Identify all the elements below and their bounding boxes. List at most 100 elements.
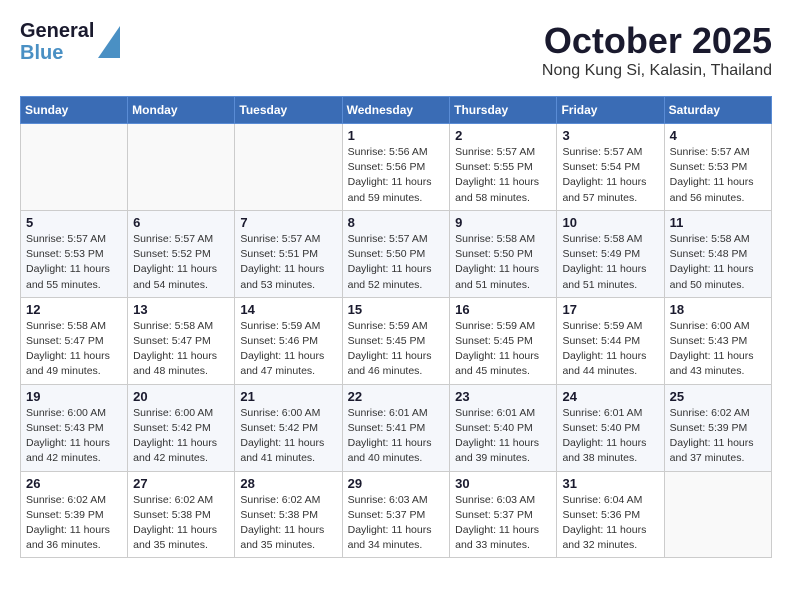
day-detail: Sunrise: 6:01 AM Sunset: 5:40 PM Dayligh… <box>562 406 658 467</box>
logo-icon <box>98 26 120 58</box>
day-cell-7: 7 Sunrise: 5:57 AM Sunset: 5:51 PM Daylig… <box>235 210 342 297</box>
day-number: 30 <box>455 476 551 491</box>
day-number: 22 <box>348 389 445 404</box>
day-cell-21: 21Sunrise: 6:00 AM Sunset: 5:42 PM Dayli… <box>235 384 342 471</box>
day-number: 2 <box>455 128 551 143</box>
day-detail: Sunrise: 6:02 AM Sunset: 5:38 PM Dayligh… <box>240 493 336 554</box>
week-row-3: 12 Sunrise: 5:58 AM Sunset: 5:47 PM Dayli… <box>21 297 772 384</box>
month-title: October 2025 <box>542 20 772 62</box>
day-detail: Sunrise: 5:59 AM Sunset: 5:46 PM Dayligh… <box>240 319 336 380</box>
day-number: 11 <box>670 215 766 230</box>
day-cell-28: 28 Sunrise: 6:02 AM Sunset: 5:38 PM Dayli… <box>235 471 342 558</box>
day-detail: Sunrise: 5:58 AM Sunset: 5:48 PM Dayligh… <box>670 232 766 293</box>
day-number: 24 <box>562 389 658 404</box>
weekday-header-friday: Friday <box>557 97 664 124</box>
day-number: 9 <box>455 215 551 230</box>
day-detail: Sunrise: 5:58 AM Sunset: 5:49 PM Dayligh… <box>562 232 658 293</box>
day-detail: Sunrise: 5:58 AM Sunset: 5:47 PM Dayligh… <box>26 319 122 380</box>
day-number: 18 <box>670 302 766 317</box>
day-cell-22: 22 Sunrise: 6:01 AM Sunset: 5:41 PM Dayli… <box>342 384 450 471</box>
day-number: 6 <box>133 215 229 230</box>
day-cell-25: 25 Sunrise: 6:02 AM Sunset: 5:39 PM Dayli… <box>664 384 771 471</box>
week-row-5: 26Sunrise: 6:02 AM Sunset: 5:39 PM Dayli… <box>21 471 772 558</box>
day-number: 7 <box>240 215 336 230</box>
day-detail: Sunrise: 5:59 AM Sunset: 5:44 PM Dayligh… <box>562 319 658 380</box>
day-number: 15 <box>348 302 445 317</box>
empty-cell <box>21 124 128 211</box>
day-number: 25 <box>670 389 766 404</box>
day-cell-6: 6Sunrise: 5:57 AM Sunset: 5:52 PM Daylig… <box>128 210 235 297</box>
day-detail: Sunrise: 6:02 AM Sunset: 5:38 PM Dayligh… <box>133 493 229 554</box>
day-detail: Sunrise: 5:58 AM Sunset: 5:47 PM Dayligh… <box>133 319 229 380</box>
day-detail: Sunrise: 5:57 AM Sunset: 5:51 PM Dayligh… <box>240 232 336 293</box>
day-cell-30: 30 Sunrise: 6:03 AM Sunset: 5:37 PM Dayli… <box>450 471 557 558</box>
day-number: 28 <box>240 476 336 491</box>
day-number: 31 <box>562 476 658 491</box>
day-detail: Sunrise: 6:01 AM Sunset: 5:40 PM Dayligh… <box>455 406 551 467</box>
day-cell-1: 1Sunrise: 5:56 AM Sunset: 5:56 PM Daylig… <box>342 124 450 211</box>
day-detail: Sunrise: 5:59 AM Sunset: 5:45 PM Dayligh… <box>348 319 445 380</box>
day-number: 13 <box>133 302 229 317</box>
day-number: 5 <box>26 215 122 230</box>
day-detail: Sunrise: 5:57 AM Sunset: 5:53 PM Dayligh… <box>670 145 766 206</box>
day-detail: Sunrise: 6:04 AM Sunset: 5:36 PM Dayligh… <box>562 493 658 554</box>
day-cell-10: 10 Sunrise: 5:58 AM Sunset: 5:49 PM Dayli… <box>557 210 664 297</box>
title-block: October 2025 Nong Kung Si, Kalasin, Thai… <box>542 20 772 80</box>
day-detail: Sunrise: 6:00 AM Sunset: 5:43 PM Dayligh… <box>26 406 122 467</box>
empty-cell <box>235 124 342 211</box>
week-row-1: 1Sunrise: 5:56 AM Sunset: 5:56 PM Daylig… <box>21 124 772 211</box>
day-cell-15: 15 Sunrise: 5:59 AM Sunset: 5:45 PM Dayli… <box>342 297 450 384</box>
weekday-header-monday: Monday <box>128 97 235 124</box>
day-cell-4: 4Sunrise: 5:57 AM Sunset: 5:53 PM Daylig… <box>664 124 771 211</box>
day-detail: Sunrise: 5:57 AM Sunset: 5:55 PM Dayligh… <box>455 145 551 206</box>
day-detail: Sunrise: 6:03 AM Sunset: 5:37 PM Dayligh… <box>455 493 551 554</box>
day-cell-23: 23 Sunrise: 6:01 AM Sunset: 5:40 PM Dayli… <box>450 384 557 471</box>
week-row-4: 19 Sunrise: 6:00 AM Sunset: 5:43 PM Dayli… <box>21 384 772 471</box>
day-cell-24: 24 Sunrise: 6:01 AM Sunset: 5:40 PM Dayli… <box>557 384 664 471</box>
week-row-2: 5 Sunrise: 5:57 AM Sunset: 5:53 PM Daylig… <box>21 210 772 297</box>
weekday-header-sunday: Sunday <box>21 97 128 124</box>
day-cell-27: 27 Sunrise: 6:02 AM Sunset: 5:38 PM Dayli… <box>128 471 235 558</box>
day-number: 26 <box>26 476 122 491</box>
day-detail: Sunrise: 6:02 AM Sunset: 5:39 PM Dayligh… <box>670 406 766 467</box>
day-cell-20: 20Sunrise: 6:00 AM Sunset: 5:42 PM Dayli… <box>128 384 235 471</box>
weekday-header-row: SundayMondayTuesdayWednesdayThursdayFrid… <box>21 97 772 124</box>
empty-cell <box>664 471 771 558</box>
day-detail: Sunrise: 6:00 AM Sunset: 5:43 PM Dayligh… <box>670 319 766 380</box>
logo-blue-text: Blue <box>20 42 94 64</box>
day-cell-2: 2 Sunrise: 5:57 AM Sunset: 5:55 PM Daylig… <box>450 124 557 211</box>
day-number: 21 <box>240 389 336 404</box>
day-detail: Sunrise: 5:57 AM Sunset: 5:54 PM Dayligh… <box>562 145 658 206</box>
day-number: 3 <box>562 128 658 143</box>
weekday-header-wednesday: Wednesday <box>342 97 450 124</box>
day-number: 12 <box>26 302 122 317</box>
day-number: 10 <box>562 215 658 230</box>
page-header: General Blue October 2025 Nong Kung Si, … <box>20 20 772 80</box>
day-cell-11: 11 Sunrise: 5:58 AM Sunset: 5:48 PM Dayli… <box>664 210 771 297</box>
day-cell-29: 29Sunrise: 6:03 AM Sunset: 5:37 PM Dayli… <box>342 471 450 558</box>
day-detail: Sunrise: 6:03 AM Sunset: 5:37 PM Dayligh… <box>348 493 445 554</box>
weekday-header-thursday: Thursday <box>450 97 557 124</box>
logo: General Blue <box>20 20 120 64</box>
empty-cell <box>128 124 235 211</box>
day-number: 14 <box>240 302 336 317</box>
day-cell-19: 19 Sunrise: 6:00 AM Sunset: 5:43 PM Dayli… <box>21 384 128 471</box>
logo-general-text: General <box>20 20 94 42</box>
day-cell-9: 9Sunrise: 5:58 AM Sunset: 5:50 PM Daylig… <box>450 210 557 297</box>
day-cell-12: 12 Sunrise: 5:58 AM Sunset: 5:47 PM Dayli… <box>21 297 128 384</box>
day-cell-18: 18 Sunrise: 6:00 AM Sunset: 5:43 PM Dayli… <box>664 297 771 384</box>
day-cell-14: 14 Sunrise: 5:59 AM Sunset: 5:46 PM Dayli… <box>235 297 342 384</box>
day-number: 19 <box>26 389 122 404</box>
day-number: 17 <box>562 302 658 317</box>
day-cell-17: 17 Sunrise: 5:59 AM Sunset: 5:44 PM Dayli… <box>557 297 664 384</box>
weekday-header-tuesday: Tuesday <box>235 97 342 124</box>
day-number: 27 <box>133 476 229 491</box>
day-detail: Sunrise: 6:01 AM Sunset: 5:41 PM Dayligh… <box>348 406 445 467</box>
day-detail: Sunrise: 5:57 AM Sunset: 5:53 PM Dayligh… <box>26 232 122 293</box>
day-cell-8: 8Sunrise: 5:57 AM Sunset: 5:50 PM Daylig… <box>342 210 450 297</box>
location: Nong Kung Si, Kalasin, Thailand <box>542 62 772 80</box>
day-cell-31: 31 Sunrise: 6:04 AM Sunset: 5:36 PM Dayli… <box>557 471 664 558</box>
day-number: 20 <box>133 389 229 404</box>
day-detail: Sunrise: 5:57 AM Sunset: 5:50 PM Dayligh… <box>348 232 445 293</box>
day-number: 23 <box>455 389 551 404</box>
